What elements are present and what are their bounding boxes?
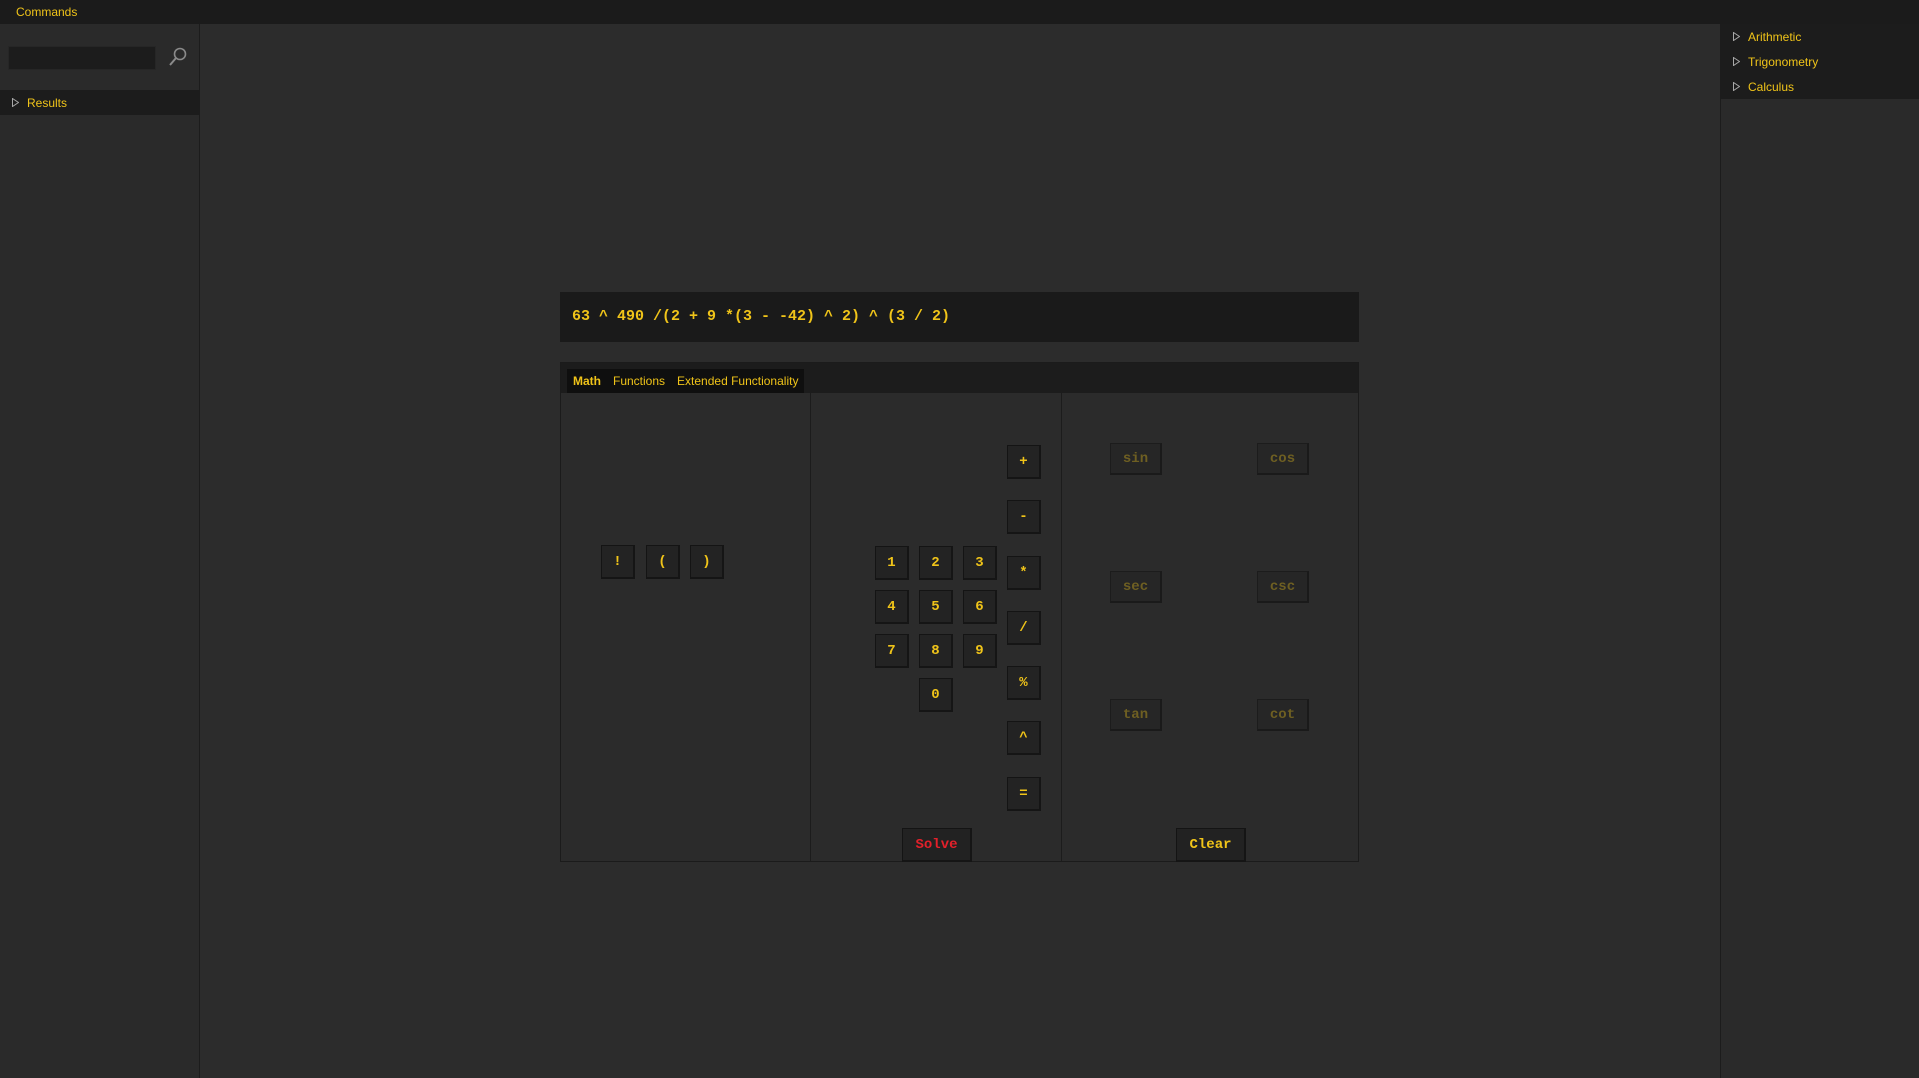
close-paren-key[interactable]: ): [690, 545, 724, 579]
tab-math[interactable]: Math: [567, 369, 607, 393]
search-icon[interactable]: [168, 46, 188, 68]
expand-arrow-icon[interactable]: [1733, 57, 1740, 66]
digit-6-key[interactable]: 6: [963, 590, 997, 624]
equals-key[interactable]: =: [1007, 777, 1041, 811]
search-input[interactable]: [8, 46, 156, 70]
expand-arrow-icon[interactable]: [1733, 32, 1740, 41]
category-label: Trigonometry: [1748, 54, 1819, 69]
sin-key[interactable]: sin: [1110, 443, 1162, 475]
tab-extended-functionality[interactable]: Extended Functionality: [671, 369, 804, 393]
commands-menu[interactable]: Commands: [16, 5, 77, 19]
csc-key[interactable]: csc: [1257, 571, 1309, 603]
tree-item-results[interactable]: Results: [0, 90, 199, 115]
digit-0-key[interactable]: 0: [919, 678, 953, 712]
trig-keys-pane: sin cos sec csc tan cot Clear: [1062, 393, 1358, 862]
expand-arrow-icon[interactable]: [1733, 82, 1740, 91]
plus-key[interactable]: +: [1007, 445, 1041, 479]
digit-8-key[interactable]: 8: [919, 634, 953, 668]
numeric-keys-pane: 1 2 3 4 5 6 7 8 9 0 + - * / % ^ = Solve: [811, 393, 1062, 862]
power-key[interactable]: ^: [1007, 721, 1041, 755]
clear-button[interactable]: Clear: [1176, 828, 1246, 862]
category-label: Arithmetic: [1748, 29, 1802, 44]
tab-bar: Math Functions Extended Functionality: [561, 363, 1358, 393]
tan-key[interactable]: tan: [1110, 699, 1162, 731]
digit-3-key[interactable]: 3: [963, 546, 997, 580]
category-list: Arithmetic Trigonometry Calculus: [1721, 24, 1919, 99]
digit-2-key[interactable]: 2: [919, 546, 953, 580]
tab-functions[interactable]: Functions: [607, 369, 671, 393]
digit-9-key[interactable]: 9: [963, 634, 997, 668]
calculator-panel: Math Functions Extended Functionality ! …: [560, 362, 1359, 862]
left-panel: Results: [0, 24, 200, 1078]
right-panel: Arithmetic Trigonometry Calculus: [1720, 24, 1919, 1078]
divide-key[interactable]: /: [1007, 611, 1041, 645]
solve-button[interactable]: Solve: [902, 828, 972, 862]
digit-4-key[interactable]: 4: [875, 590, 909, 624]
open-paren-key[interactable]: (: [646, 545, 680, 579]
multiply-key[interactable]: *: [1007, 556, 1041, 590]
minus-key[interactable]: -: [1007, 500, 1041, 534]
modulo-key[interactable]: %: [1007, 666, 1041, 700]
expression-display[interactable]: 63 ^ 490 /(2 + 9 *(3 - -42) ^ 2) ^ (3 / …: [560, 292, 1359, 342]
cot-key[interactable]: cot: [1257, 699, 1309, 731]
digit-7-key[interactable]: 7: [875, 634, 909, 668]
cos-key[interactable]: cos: [1257, 443, 1309, 475]
category-calculus[interactable]: Calculus: [1721, 74, 1919, 99]
misc-keys-pane: ! ( ): [561, 393, 811, 861]
factorial-key[interactable]: !: [601, 545, 635, 579]
digit-5-key[interactable]: 5: [919, 590, 953, 624]
tree-item-label: Results: [27, 95, 68, 110]
sec-key[interactable]: sec: [1110, 571, 1162, 603]
category-trigonometry[interactable]: Trigonometry: [1721, 49, 1919, 74]
category-label: Calculus: [1748, 79, 1795, 94]
category-arithmetic[interactable]: Arithmetic: [1721, 24, 1919, 49]
menu-bar: Commands: [0, 0, 1919, 24]
expand-arrow-icon[interactable]: [12, 98, 19, 107]
digit-1-key[interactable]: 1: [875, 546, 909, 580]
